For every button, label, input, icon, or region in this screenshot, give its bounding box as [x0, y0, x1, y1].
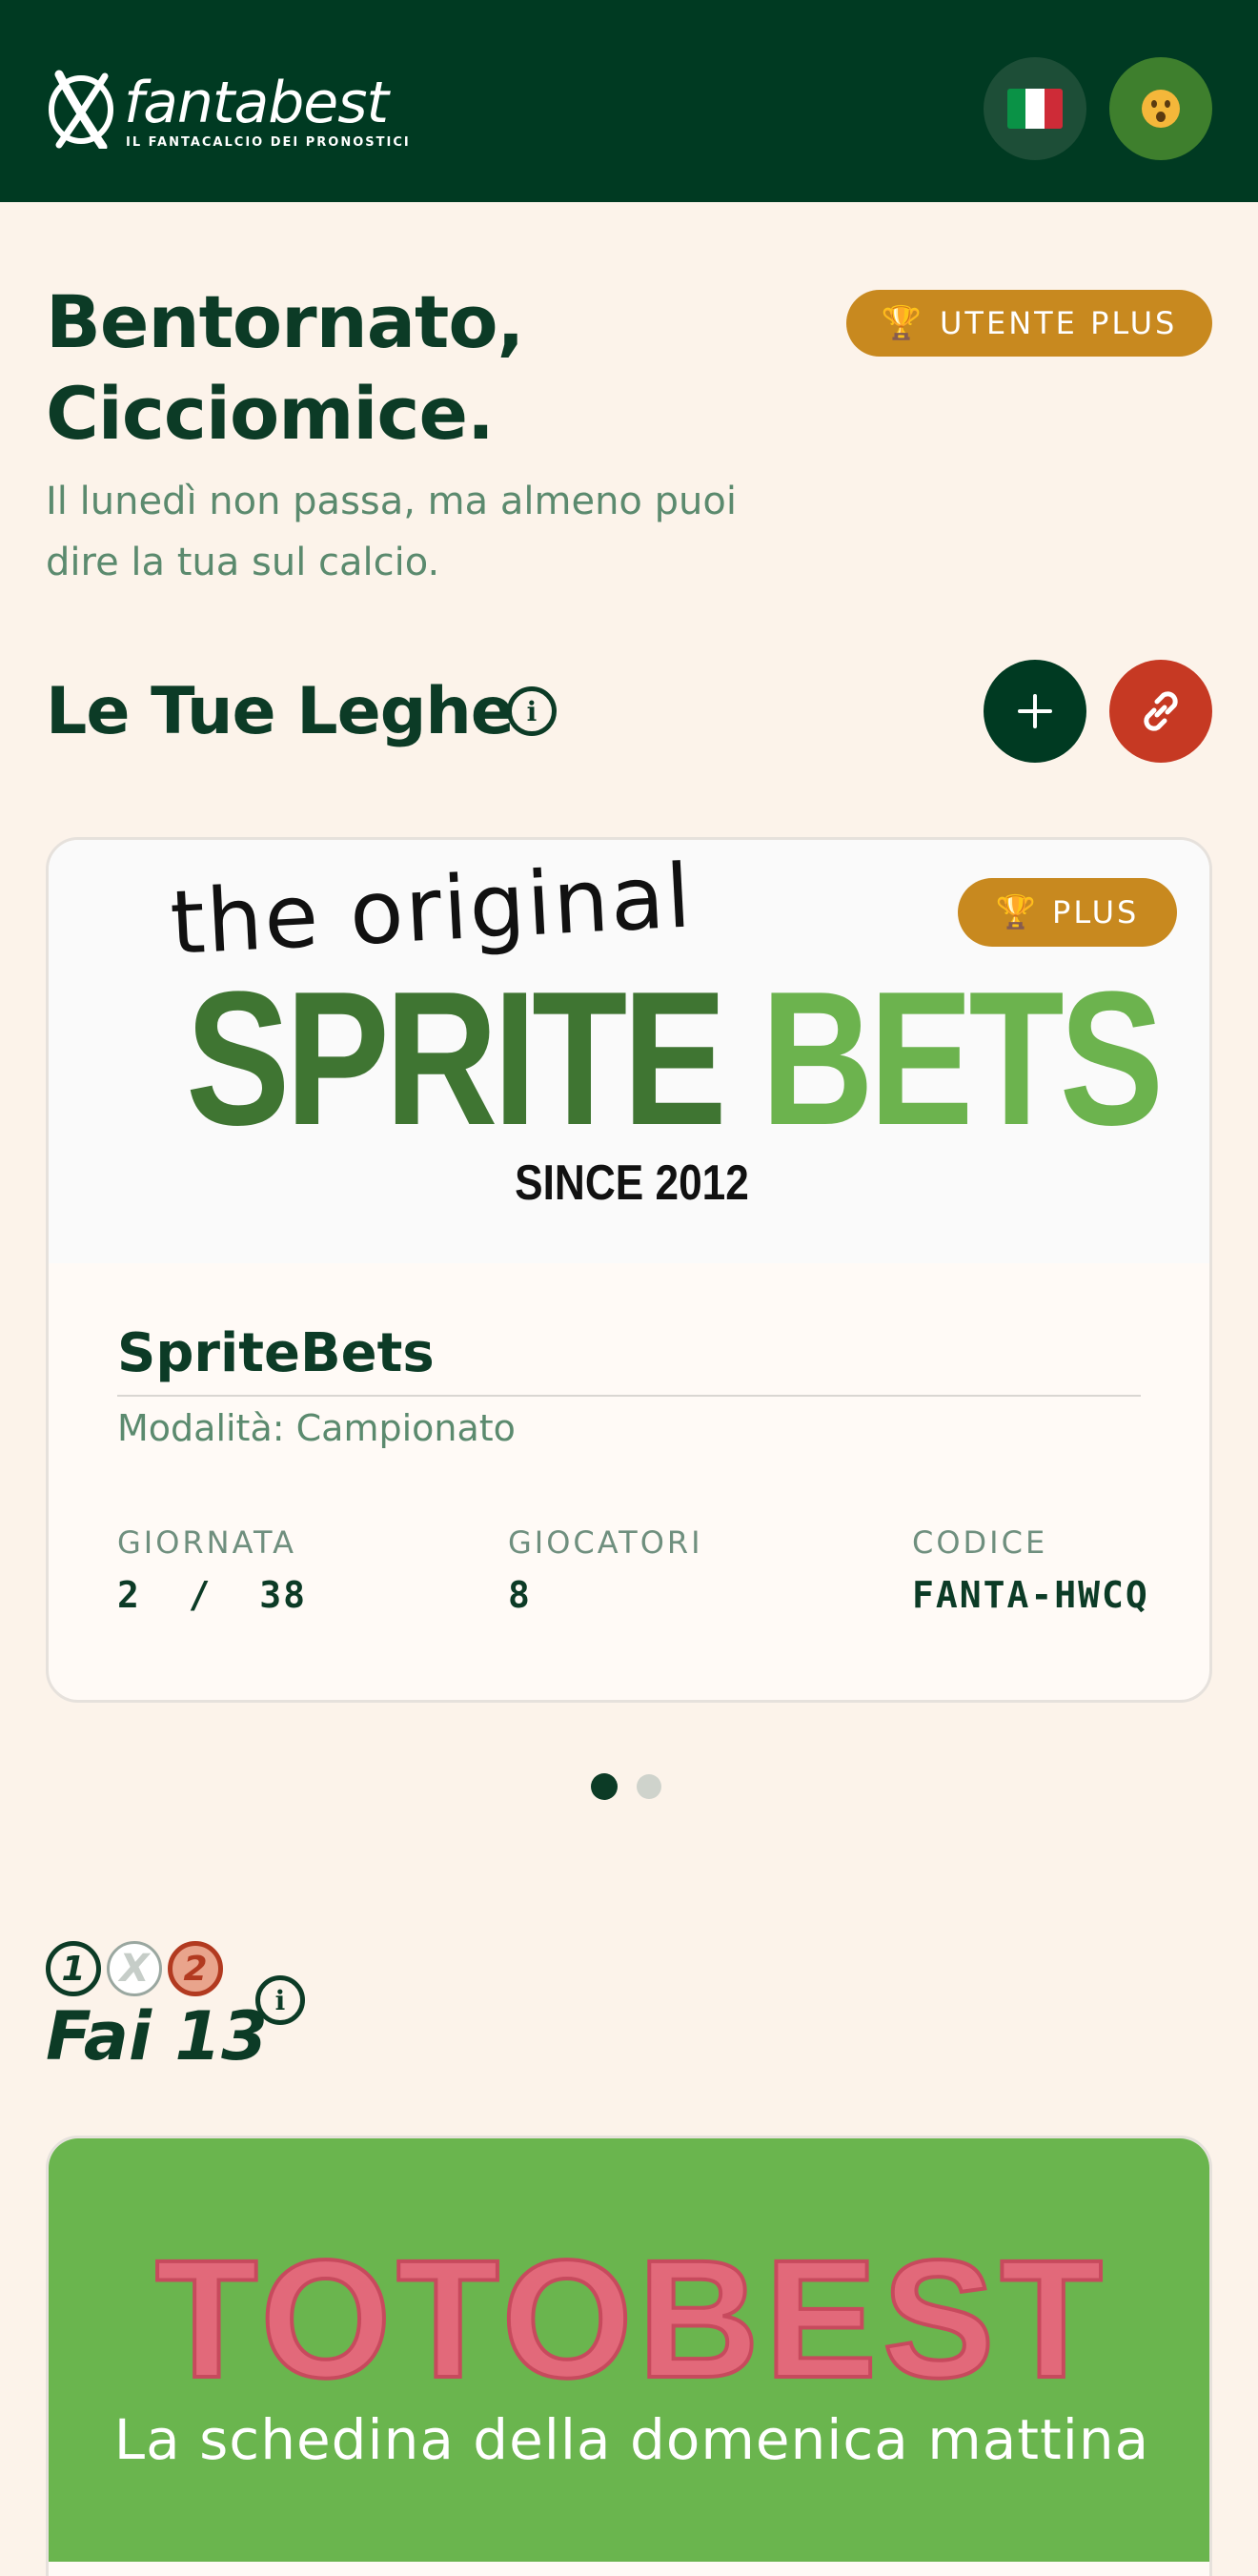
logo-tagline: IL FANTACALCIO DEI PRONOSTICI [126, 135, 411, 150]
fantabest-logo[interactable]: fantabest IL FANTACALCIO DEI PRONOSTICI [46, 67, 427, 153]
two-icon: 2 [168, 1941, 223, 1996]
league-divider [117, 1395, 1141, 1397]
players-value: 8 [508, 1574, 532, 1616]
leagues-info-icon[interactable]: i [507, 686, 557, 736]
totobest-title: TOTOBEST [153, 2226, 1108, 2413]
code-value[interactable]: FANTA-HWCQ [912, 1574, 1149, 1616]
welcome-line-2: Cicciomice. [46, 371, 495, 456]
pagination-dot-2[interactable] [637, 1774, 661, 1799]
league-plus-badge: 🏆 PLUS [958, 878, 1177, 947]
astonished-face-icon [1142, 90, 1180, 128]
totobest-subtitle: La schedina della domenica mattina [113, 2407, 1150, 2472]
link-icon [1144, 691, 1178, 731]
app-header: fantabest IL FANTACALCIO DEI PRONOSTICI [0, 0, 1258, 202]
league-plus-label: PLUS [1052, 894, 1140, 930]
create-league-button[interactable] [984, 660, 1086, 763]
italy-flag-icon [1007, 89, 1063, 129]
banner-word-2: BETS [761, 952, 1164, 1165]
leagues-section-title: Le Tue Leghe [46, 674, 515, 749]
round-label: GIORNATA [117, 1524, 296, 1561]
fai13-section-title: Fai 13 [46, 1997, 268, 2075]
trophy-icon: 🏆 [995, 893, 1040, 931]
one-x-two-icons: 1 X 2 [46, 1941, 223, 2000]
welcome-subtitle: Il lunedì non passa, ma almeno puoi dire… [46, 471, 808, 593]
league-name: SpriteBets [117, 1322, 435, 1384]
league-card[interactable]: the original SPRITE BETS SINCE 2012 🏆 PL… [46, 837, 1212, 1703]
subtitle-line-1: Il lunedì non passa, ma almeno puoi [46, 480, 737, 523]
banner-word-1: SPRITE [186, 952, 727, 1165]
avatar-button[interactable] [1109, 57, 1212, 160]
banner-logo-text: SPRITE BETS [186, 964, 1164, 1155]
x-icon: X [107, 1941, 162, 1996]
code-label: CODICE [912, 1524, 1048, 1561]
fai13-info-icon[interactable]: i [255, 1975, 305, 2025]
subtitle-line-2: dire la tua sul calcio. [46, 541, 440, 584]
plus-user-badge[interactable]: 🏆 UTENTE PLUS [846, 290, 1212, 357]
totobest-banner-image: TOTOBEST La schedina della domenica matt… [49, 2138, 1209, 2562]
players-label: GIOCATORI [508, 1524, 703, 1561]
plus-icon [1018, 694, 1052, 728]
plus-badge-label: UTENTE PLUS [940, 305, 1178, 341]
welcome-line-1: Bentornato, [46, 279, 524, 364]
trophy-icon: 🏆 [881, 304, 924, 342]
join-league-button[interactable] [1109, 660, 1212, 763]
language-button[interactable] [984, 57, 1086, 160]
pagination-dot-1[interactable] [591, 1773, 618, 1800]
one-icon: 1 [46, 1941, 101, 1996]
banner-since-text: SINCE 2012 [515, 1155, 749, 1211]
totobest-card[interactable]: TOTOBEST La schedina della domenica matt… [46, 2136, 1212, 2576]
league-carousel-pagination [591, 1773, 661, 1800]
logo-wordmark: fantabest [124, 70, 389, 136]
round-value: 2 / 38 [117, 1574, 308, 1616]
logo-x-icon [49, 70, 113, 149]
league-mode: Modalità: Campionato [117, 1407, 516, 1449]
welcome-title: Bentornato, Cicciomice. [46, 276, 770, 460]
